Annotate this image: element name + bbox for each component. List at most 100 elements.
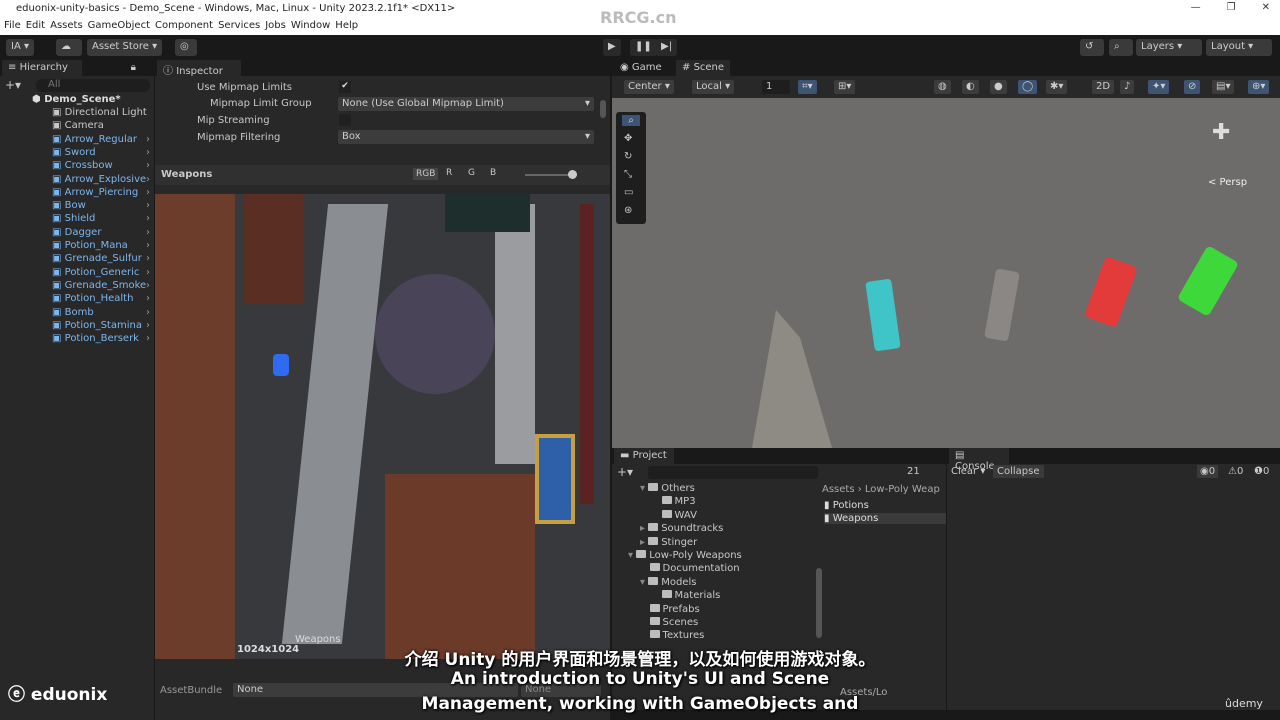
inspector-scrollbar[interactable] xyxy=(600,100,606,118)
gizmos-icon[interactable]: ⊕▾ xyxy=(1248,80,1270,94)
camera-icon[interactable]: ▤▾ xyxy=(1212,80,1235,94)
collapsed-arrow-icon[interactable] xyxy=(640,630,650,641)
breadcrumb-low-poly[interactable]: Low-Poly Weap xyxy=(865,484,940,495)
mipmap-filtering-dropdown[interactable]: Box ▾ xyxy=(338,130,594,144)
channel-g[interactable]: G xyxy=(468,168,475,178)
project-folder[interactable]: WAV xyxy=(652,509,697,521)
collapsed-arrow-icon[interactable] xyxy=(640,617,650,628)
scale-tool-icon[interactable]: ⤡ xyxy=(624,169,632,180)
hierarchy-item[interactable]: ▣ Potion_Berserk › xyxy=(52,333,152,346)
wireframe-icon[interactable]: ◍ xyxy=(934,80,951,94)
history-icon[interactable]: ↺ xyxy=(1080,39,1104,56)
mip-streaming-checkbox[interactable] xyxy=(339,114,351,126)
hierarchy-item[interactable]: ▣ Potion_Stamina › xyxy=(52,320,152,333)
collapsed-arrow-icon[interactable] xyxy=(640,604,650,615)
grid-dropdown[interactable]: ⊞▾ xyxy=(834,80,856,94)
cloud-icon[interactable]: ☁ xyxy=(56,39,82,56)
rotate-tool-icon[interactable]: ↻ xyxy=(624,151,632,162)
hierarchy-item[interactable]: ▣ Crossbow › xyxy=(52,160,152,173)
mipmap-limit-group-dropdown[interactable]: None (Use Global Mipmap Limit) ▾ xyxy=(338,97,594,111)
chevron-right-icon[interactable]: › xyxy=(146,200,150,211)
account-button[interactable]: IA ▾ xyxy=(6,39,34,56)
close-button[interactable]: ✕ xyxy=(1262,2,1270,13)
potion-health[interactable] xyxy=(1084,256,1138,328)
chevron-right-icon[interactable]: › xyxy=(146,227,150,238)
hierarchy-item[interactable]: ▣ Directional Light xyxy=(52,107,152,120)
chevron-right-icon[interactable]: › xyxy=(146,213,150,224)
expanded-arrow-icon[interactable]: ▾ xyxy=(628,550,636,561)
chevron-right-icon[interactable]: › xyxy=(146,320,150,331)
hierarchy-item[interactable]: ▣ Grenade_Smoke › xyxy=(52,280,152,293)
file-potions[interactable]: ▮ Potions xyxy=(824,500,946,511)
collapsed-arrow-icon[interactable]: ▸ xyxy=(640,523,648,534)
chevron-right-icon[interactable]: › xyxy=(146,280,150,291)
transform-tool-icon[interactable]: ⊛ xyxy=(624,205,632,216)
project-folder[interactable]: Scenes xyxy=(640,617,698,628)
perspective-label[interactable]: < Persp xyxy=(1208,177,1247,188)
hierarchy-item[interactable]: ▣ Potion_Generic › xyxy=(52,267,152,280)
collapsed-arrow-icon[interactable] xyxy=(652,496,662,507)
lock-icon[interactable]: 🔒︎ xyxy=(131,62,136,73)
use-mipmap-limits-checkbox[interactable]: ✔ xyxy=(339,81,351,93)
project-folder[interactable]: ▸ Soundtracks xyxy=(640,523,723,534)
rect-tool-icon[interactable]: ▭ xyxy=(624,187,633,198)
potion-mana[interactable] xyxy=(865,278,901,352)
menu-services[interactable]: Services xyxy=(218,20,260,34)
hierarchy-item[interactable]: ▣ Arrow_Regular › xyxy=(52,134,152,147)
add-button[interactable]: +▾ xyxy=(5,78,21,92)
project-folder[interactable]: ▾ Models xyxy=(640,576,696,588)
breadcrumb-assets[interactable]: Assets xyxy=(822,484,855,495)
chevron-right-icon[interactable]: › xyxy=(146,333,150,344)
project-folder[interactable]: MP3 xyxy=(652,496,696,507)
effects-icon[interactable]: ✦▾ xyxy=(1148,80,1170,94)
menu-gameobject[interactable]: GameObject xyxy=(88,20,150,34)
project-search[interactable] xyxy=(648,466,818,479)
chevron-right-icon[interactable]: › xyxy=(146,160,150,171)
warning-count[interactable]: ⚠0 xyxy=(1225,465,1246,478)
menu-window[interactable]: Window xyxy=(291,20,330,34)
clear-button[interactable]: Clear ▾ xyxy=(951,466,985,477)
project-folder[interactable]: Documentation xyxy=(640,563,740,574)
inspector-tab[interactable]: ⓘ Inspector xyxy=(157,60,241,77)
shaded-icon[interactable]: ● xyxy=(990,80,1007,94)
grid-size-input[interactable]: 1 xyxy=(762,80,790,94)
layers-dropdown[interactable]: Layers ▾ xyxy=(1136,39,1202,56)
maximize-button[interactable]: ❐ xyxy=(1227,2,1236,13)
toggle-2d-button[interactable]: 2D xyxy=(1092,80,1115,94)
project-folder[interactable]: ▾ Low-Poly Weapons xyxy=(628,550,742,561)
search-icon[interactable]: ⌕ xyxy=(1109,39,1133,56)
collapsed-arrow-icon[interactable] xyxy=(640,563,650,574)
hierarchy-item[interactable]: ▣ Bomb › xyxy=(52,307,152,320)
debug-draw-icon[interactable]: ✱▾ xyxy=(1046,80,1068,94)
file-weapons[interactable]: ▮ Weapons xyxy=(824,513,946,524)
menu-file[interactable]: File xyxy=(4,20,21,34)
project-tree-scrollbar[interactable] xyxy=(816,568,822,638)
shaded-wireframe-icon[interactable]: ◐ xyxy=(962,80,979,94)
asset-store-button[interactable]: Asset Store ▾ xyxy=(87,39,163,56)
minimize-button[interactable]: — xyxy=(1191,2,1201,13)
create-button[interactable]: +▾ xyxy=(617,465,633,479)
chevron-right-icon[interactable]: › xyxy=(146,134,150,145)
project-folder[interactable]: Materials xyxy=(652,590,720,601)
visibility-icon[interactable]: ⊘ xyxy=(1184,80,1201,94)
move-tool-icon[interactable]: ✥ xyxy=(624,133,632,144)
pivot-dropdown[interactable]: Center ▾ xyxy=(624,80,674,94)
hierarchy-search[interactable]: All xyxy=(36,79,150,92)
collapsed-arrow-icon[interactable]: ▸ xyxy=(640,537,648,548)
space-dropdown[interactable]: Local ▾ xyxy=(692,80,735,94)
hierarchy-item[interactable]: ▣ Shield › xyxy=(52,213,152,226)
crossbow-model[interactable] xyxy=(752,310,832,448)
expanded-arrow-icon[interactable]: ▾ xyxy=(640,483,648,494)
hierarchy-item[interactable]: ▣ Arrow_Piercing › xyxy=(52,187,152,200)
console-tab[interactable]: ▤ Console xyxy=(949,448,1009,472)
chevron-right-icon[interactable]: › xyxy=(146,267,150,278)
potion-generic[interactable] xyxy=(984,268,1020,342)
chevron-right-icon[interactable]: › xyxy=(146,147,150,158)
menu-edit[interactable]: Edit xyxy=(26,20,45,34)
hidden-packages-count[interactable]: 21 xyxy=(907,466,920,477)
hierarchy-item[interactable]: ▣ Sword › xyxy=(52,147,152,160)
channel-b[interactable]: B xyxy=(490,168,496,178)
collab-icon[interactable]: ◎ xyxy=(175,39,197,56)
hierarchy-item[interactable]: ▣ Arrow_Explosive › xyxy=(52,174,152,187)
chevron-right-icon[interactable]: › xyxy=(146,293,150,304)
